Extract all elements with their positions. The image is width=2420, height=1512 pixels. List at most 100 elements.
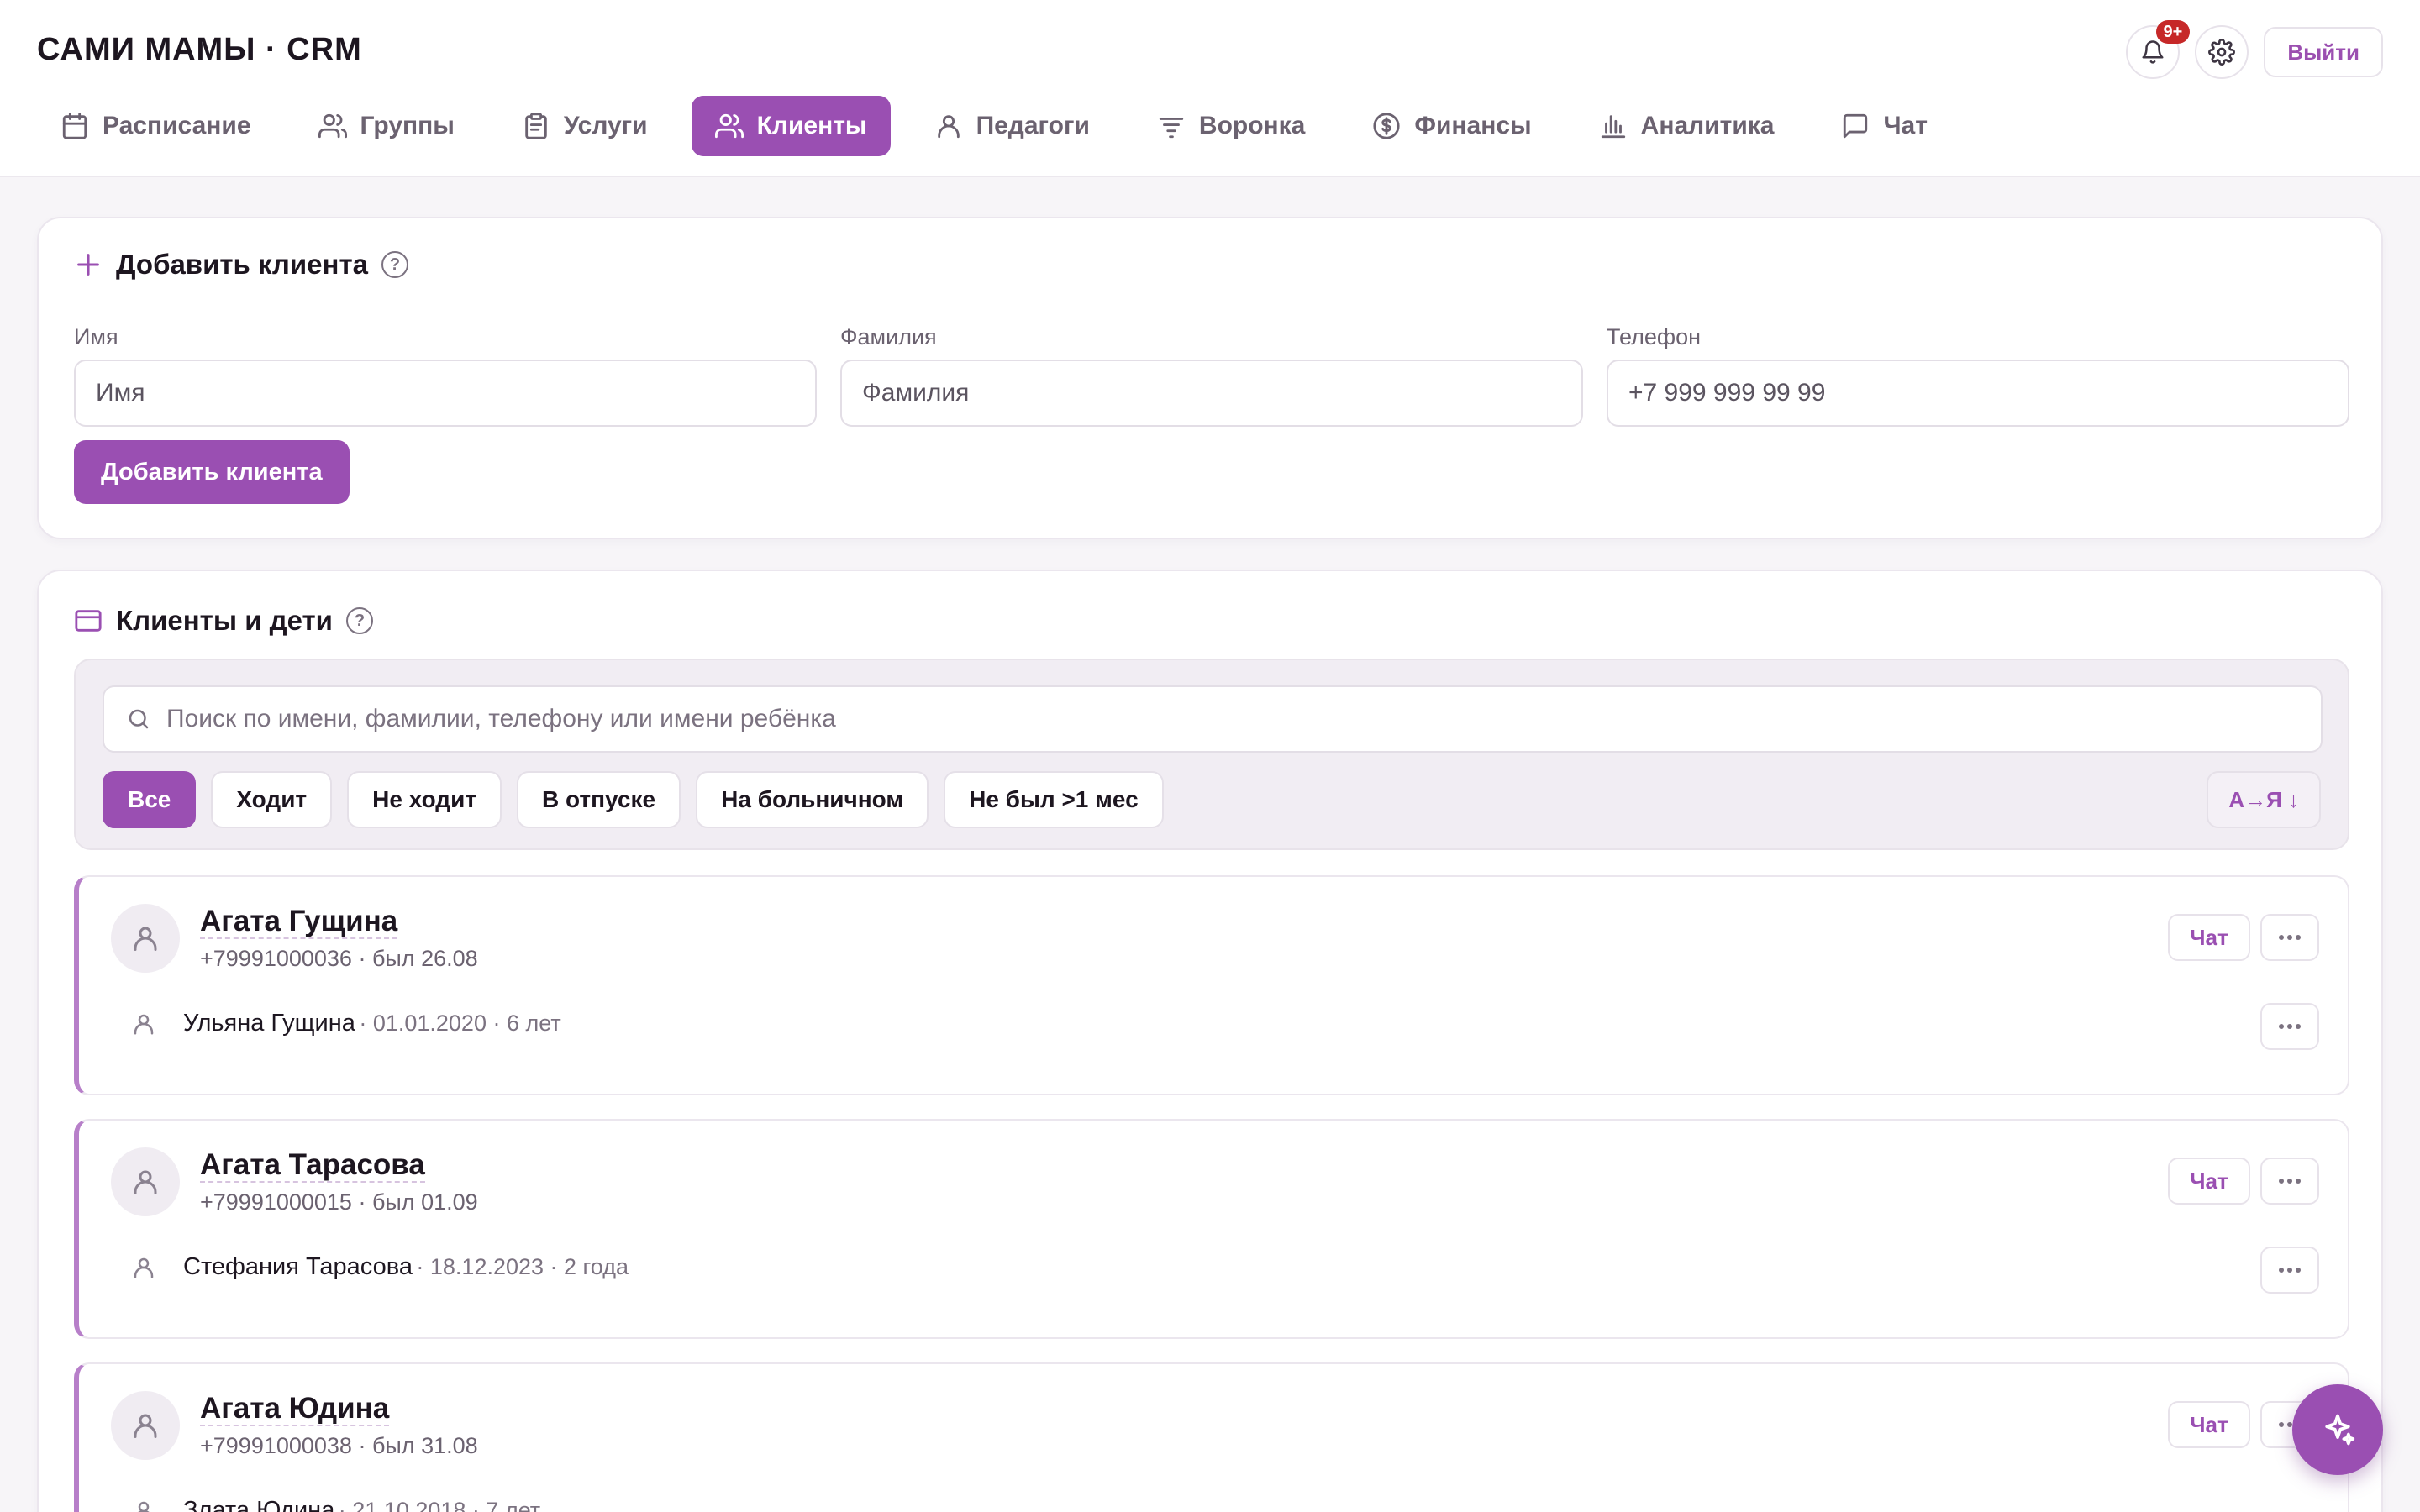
more-icon — [2279, 1024, 2301, 1029]
sort-button[interactable]: А→Я ↓ — [2207, 771, 2321, 828]
phone-input[interactable]: +7 999 999 99 99 — [1607, 360, 2349, 427]
child-meta: · 18.12.2023 · 2 года — [416, 1254, 629, 1279]
clients-header: Клиенты и дети ? — [74, 605, 373, 637]
card-icon — [75, 610, 102, 632]
nav-item-teachers[interactable]: Педагоги — [911, 96, 1113, 156]
child-name[interactable]: Стефания Тарасова — [183, 1253, 413, 1280]
filter-vacation[interactable]: В отпуске — [517, 771, 681, 828]
notifications-button[interactable]: 9+ — [2126, 20, 2191, 79]
search-input[interactable]: Поиск по имени, фамилии, телефону или им… — [103, 685, 2323, 753]
chat-button[interactable]: Чат — [2168, 914, 2250, 961]
user-icon — [937, 115, 960, 139]
child-icon — [134, 1014, 154, 1034]
help-icon[interactable]: ? — [381, 251, 408, 278]
nav-item-groups[interactable]: Группы — [295, 96, 478, 156]
nav-item-label: Воронка — [1198, 112, 1306, 139]
settings-button[interactable] — [2195, 25, 2249, 79]
last-name-input[interactable]: Фамилия — [840, 360, 1583, 427]
avatar — [111, 1147, 180, 1216]
search-placeholder: Поиск по имени, фамилии, телефону или им… — [166, 705, 836, 732]
search-icon — [129, 709, 149, 729]
child-meta: · 21.10.2018 · 7 лет — [338, 1498, 541, 1512]
filter-attending[interactable]: Ходит — [211, 771, 333, 828]
nav-item-analytics[interactable]: Аналитика — [1576, 96, 1798, 156]
help-icon[interactable]: ? — [345, 607, 373, 634]
status-filters: Все Ходит Не ходит В отпуске На больничн… — [103, 771, 1164, 828]
last-name-label: Фамилия — [840, 324, 937, 349]
more-icon — [2279, 1179, 2301, 1184]
dollar-icon — [1373, 113, 1400, 139]
child-name[interactable]: Ульяна Гущина — [183, 1010, 355, 1037]
top-bar: САМИ МАМЫ · CRM 9+ Выйти Расписание Груп… — [0, 0, 2420, 177]
client-card: Агата Гущина +79991000036 · был 26.08 Ча… — [74, 875, 2349, 1095]
filter-inactive-month[interactable]: Не был >1 мес — [944, 771, 1164, 828]
first-name-label: Имя — [74, 324, 118, 349]
user-icon — [134, 1414, 157, 1438]
chat-button[interactable]: Чат — [2168, 1158, 2250, 1205]
more-button[interactable] — [2260, 914, 2319, 961]
bell-icon — [2142, 40, 2164, 64]
clients-title: Клиенты и дети — [116, 605, 333, 636]
users-icon — [318, 113, 347, 139]
nav-item-label: Клиенты — [756, 112, 867, 139]
nav-item-schedule[interactable]: Расписание — [37, 96, 275, 156]
app-title: САМИ МАМЫ · CRM — [37, 32, 362, 67]
child-row: Стефания Тарасова · 18.12.2023 · 2 года — [131, 1253, 629, 1281]
nav-item-label: Расписание — [103, 112, 251, 139]
avatar — [111, 904, 180, 973]
add-client-button[interactable]: Добавить клиента — [74, 440, 350, 504]
clipboard-icon — [525, 113, 547, 139]
client-card: Агата Тарасова +79991000015 · был 01.09 … — [74, 1119, 2349, 1339]
filter-icon — [1159, 118, 1184, 139]
ai-assistant-button[interactable] — [2292, 1384, 2383, 1475]
notifications-badge: 9+ — [2155, 20, 2191, 44]
chat-button[interactable]: Чат — [2168, 1401, 2250, 1448]
nav-item-finance[interactable]: Финансы — [1349, 96, 1555, 156]
child-name[interactable]: Злата Юдина — [183, 1497, 334, 1512]
main-nav: Расписание Группы Услуги Клиенты Педагог… — [37, 96, 1951, 156]
user-icon — [134, 1170, 157, 1194]
add-client-header: Добавить клиента ? — [74, 249, 408, 281]
more-icon — [2279, 935, 2301, 940]
users-icon — [714, 113, 744, 139]
nav-item-label: Чат — [1883, 112, 1928, 139]
child-icon — [137, 1501, 150, 1512]
filter-sick-leave[interactable]: На больничном — [696, 771, 929, 828]
logout-button[interactable]: Выйти — [2264, 27, 2383, 77]
client-meta: +79991000038 · был 31.08 — [200, 1433, 478, 1458]
add-client-card: Добавить клиента ? Имя Имя Фамилия Фамил… — [37, 217, 2383, 539]
filter-all[interactable]: Все — [103, 771, 197, 828]
nav-item-label: Финансы — [1414, 112, 1532, 139]
bar-chart-icon — [1601, 115, 1625, 139]
calendar-icon — [62, 113, 87, 139]
more-icon — [2279, 1268, 2301, 1273]
nav-item-services[interactable]: Услуги — [498, 96, 671, 156]
child-more-button[interactable] — [2260, 1003, 2319, 1050]
client-name[interactable]: Агата Юдина — [200, 1393, 390, 1426]
nav-item-chat[interactable]: Чат — [1818, 96, 1950, 156]
top-actions: 9+ Выйти — [2126, 20, 2383, 79]
more-button[interactable] — [2260, 1158, 2319, 1205]
nav-item-label: Группы — [360, 112, 455, 139]
first-name-input[interactable]: Имя — [74, 360, 817, 427]
nav-item-label: Аналитика — [1640, 112, 1775, 139]
client-name[interactable]: Агата Тарасова — [200, 1149, 425, 1183]
avatar — [111, 1391, 180, 1460]
filter-not-attending[interactable]: Не ходит — [347, 771, 502, 828]
plus-icon — [77, 254, 99, 276]
client-name[interactable]: Агата Гущина — [200, 906, 398, 939]
nav-item-clients[interactable]: Клиенты — [691, 96, 891, 156]
client-meta: +79991000015 · был 01.09 — [200, 1189, 478, 1215]
child-more-button[interactable] — [2260, 1247, 2319, 1294]
client-card: Агата Юдина +79991000038 · был 31.08 Чат… — [74, 1362, 2349, 1512]
child-row: Ульяна Гущина · 01.01.2020 · 6 лет — [131, 1010, 561, 1037]
gear-icon — [2208, 39, 2236, 66]
nav-item-label: Услуги — [563, 112, 648, 139]
nav-item-label: Педагоги — [976, 112, 1090, 139]
user-icon — [134, 927, 157, 951]
sparkles-icon — [2325, 1414, 2355, 1446]
nav-item-funnel[interactable]: Воронка — [1134, 96, 1328, 156]
clients-card: Клиенты и дети ? Поиск по имени, фамилии… — [37, 570, 2383, 1512]
add-client-title: Добавить клиента — [116, 249, 368, 280]
client-meta: +79991000036 · был 26.08 — [200, 946, 478, 971]
